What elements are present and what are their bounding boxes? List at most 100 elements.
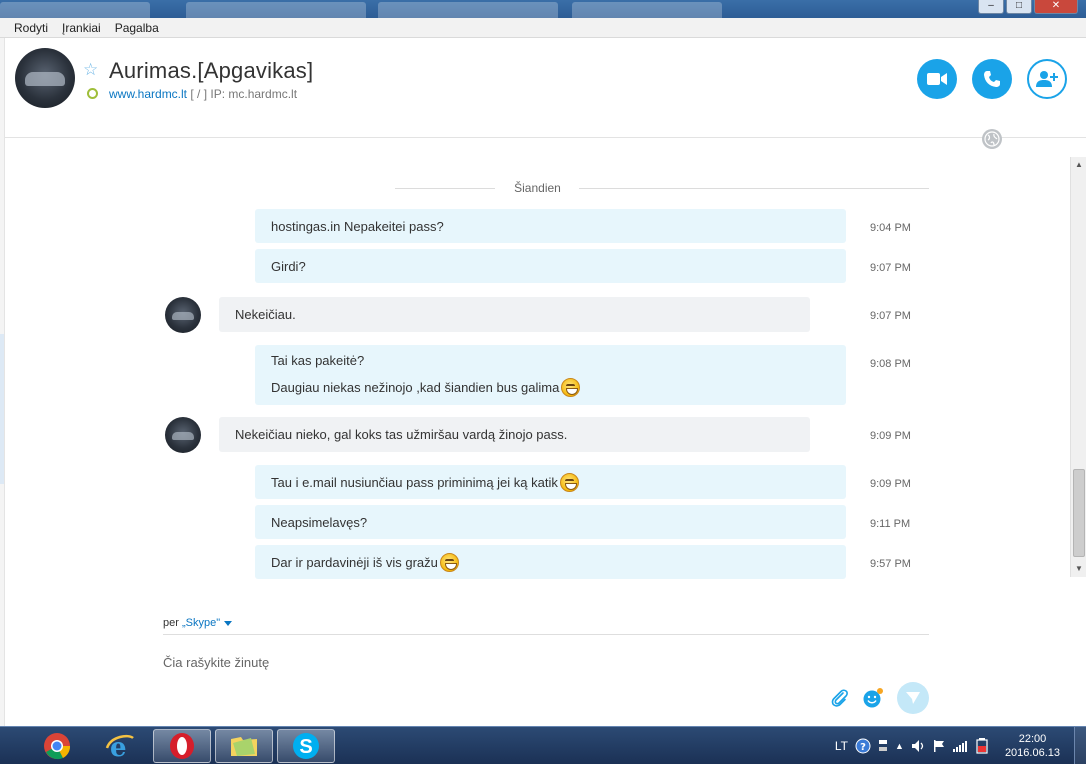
speaker-icon[interactable]	[911, 739, 925, 753]
sender-avatar[interactable]	[165, 297, 201, 333]
send-via-prefix: per	[163, 617, 179, 629]
window-tab[interactable]	[0, 2, 150, 18]
folder-icon	[231, 737, 257, 756]
flag-icon[interactable]	[932, 739, 946, 753]
sender-avatar[interactable]	[165, 417, 201, 453]
message-time: 9:09 PM	[870, 478, 911, 490]
contact-name[interactable]: Aurimas.[Apgavikas]	[109, 58, 313, 84]
message-bubble-incoming[interactable]: Nekeičiau nieko, gal koks tas užmiršau v…	[219, 417, 810, 452]
add-person-icon	[1036, 71, 1058, 87]
message-bubble-outgoing[interactable]: Neapsimelavęs?	[255, 505, 846, 539]
add-people-button[interactable]	[1027, 59, 1067, 99]
video-camera-icon	[927, 73, 947, 85]
message-text-line: Daugiau niekas nežinojo ,kad šiandien bu…	[271, 378, 830, 397]
audio-call-button[interactable]	[972, 59, 1012, 99]
laughing-emoji-icon	[561, 378, 581, 397]
message-text: Neapsimelavęs?	[271, 514, 368, 530]
message-time: 9:04 PM	[870, 222, 911, 234]
message-text: Daugiau niekas nežinojo ,kad šiandien bu…	[271, 380, 560, 395]
message-text: Nekeičiau nieko, gal koks tas užmiršau v…	[235, 427, 568, 442]
taskbar-internet-explorer[interactable]: e	[91, 729, 149, 763]
send-via-selector[interactable]: per „Skype"	[163, 617, 233, 629]
smiley-icon	[863, 688, 883, 708]
contact-avatar[interactable]	[15, 48, 75, 108]
maximize-button[interactable]: □	[1006, 0, 1032, 14]
scroll-down-arrow-icon[interactable]: ▼	[1071, 561, 1086, 577]
menu-item-view[interactable]: Rodyti	[14, 21, 48, 35]
contact-header: ☆ Aurimas.[Apgavikas] www.hardmc.lt [ / …	[5, 38, 1086, 149]
window-tab[interactable]	[186, 2, 366, 18]
window-tab[interactable]	[378, 2, 558, 18]
globe-icon[interactable]	[982, 129, 1002, 149]
message-bubble-outgoing[interactable]: hostingas.in Nepakeitei pass?	[255, 209, 846, 243]
attach-file-button[interactable]	[828, 686, 852, 710]
message-text: Tau i e.mail nusiunčiau pass priminimą j…	[271, 474, 558, 490]
message-input[interactable]	[163, 652, 763, 672]
laughing-emoji-icon	[439, 552, 459, 572]
favorite-star-icon[interactable]: ☆	[83, 60, 98, 80]
menu-item-tools[interactable]: Įrankiai	[62, 21, 101, 35]
message-bubble-outgoing[interactable]: Tai kas pakeitė? Daugiau niekas nežinojo…	[255, 345, 846, 405]
close-button[interactable]: ✕	[1034, 0, 1078, 14]
window-tab[interactable]	[572, 2, 722, 18]
mood-link[interactable]: www.hardmc.lt	[109, 87, 187, 101]
opera-icon	[170, 733, 194, 759]
video-call-button[interactable]	[917, 59, 957, 99]
conversation-scrollbar[interactable]: ▲ ▼	[1070, 157, 1086, 577]
message-bubble-outgoing[interactable]: Dar ir pardavinėji iš vis gražu	[255, 545, 846, 579]
message-text: Tai kas pakeitė?	[271, 353, 365, 368]
internet-explorer-icon: e	[105, 733, 134, 760]
menu-item-help[interactable]: Pagalba	[115, 21, 159, 35]
send-button[interactable]	[897, 682, 929, 714]
system-tray: LT ? ▲ 22:00 2016.06.13	[835, 727, 1086, 764]
taskbar-skype[interactable]: S	[277, 729, 335, 763]
svg-text:?: ?	[860, 742, 866, 753]
mood-text: [ / ] IP: mc.hardmc.lt	[187, 87, 298, 101]
status-icon	[87, 88, 98, 99]
language-indicator[interactable]: LT	[835, 739, 848, 753]
send-via-service[interactable]: „Skype"	[182, 617, 220, 629]
chevron-down-icon[interactable]	[224, 620, 233, 626]
signal-bars-icon[interactable]	[952, 740, 969, 752]
message-time: 9:07 PM	[870, 262, 911, 274]
show-desktop-button[interactable]	[1074, 727, 1086, 764]
skype-icon: S	[293, 733, 319, 759]
clock-time: 22:00	[1018, 733, 1047, 745]
message-bubble-outgoing[interactable]: Tau i e.mail nusiunčiau pass priminimą j…	[255, 465, 846, 499]
message-bubble-outgoing[interactable]: Girdi?	[255, 249, 846, 283]
show-hidden-icons-icon[interactable]: ▲	[895, 741, 904, 751]
message-text-line: Dar ir pardavinėji iš vis gražu	[271, 552, 830, 572]
message-time: 9:57 PM	[870, 558, 911, 570]
paperclip-icon	[831, 689, 848, 707]
message-text: hostingas.in Nepakeitei pass?	[271, 218, 444, 234]
taskbar-opera[interactable]	[153, 729, 211, 763]
title-bar: – □ ✕	[0, 0, 1086, 18]
scrollbar-thumb[interactable]	[1073, 469, 1085, 557]
clock-date: 2016.06.13	[1004, 747, 1060, 759]
window-controls: – □ ✕	[978, 0, 1078, 14]
message-time: 9:07 PM	[870, 310, 911, 322]
taskbar-chrome[interactable]	[28, 729, 86, 763]
message-bubble-incoming[interactable]: Nekeičiau.	[219, 297, 810, 332]
emoticon-button[interactable]	[861, 686, 885, 710]
menu-bar: Rodyti Įrankiai Pagalba	[0, 18, 1086, 38]
scroll-up-arrow-icon[interactable]: ▲	[1071, 157, 1086, 173]
minimize-button[interactable]: –	[978, 0, 1004, 14]
taskbar-file-explorer[interactable]	[215, 729, 273, 763]
mood-message: www.hardmc.lt [ / ] IP: mc.hardmc.lt	[109, 87, 297, 101]
conversation-pane[interactable]: Šiandien hostingas.in Nepakeitei pass? 9…	[5, 150, 1070, 582]
message-time: 9:08 PM	[870, 358, 911, 370]
svg-text:S: S	[299, 736, 312, 758]
battery-icon[interactable]	[976, 738, 988, 754]
keyboard-icon[interactable]	[878, 738, 888, 754]
chrome-icon	[44, 733, 71, 760]
composer-divider	[163, 634, 929, 635]
message-text: Dar ir pardavinėji iš vis gražu	[271, 554, 438, 570]
message-time: 9:09 PM	[870, 430, 911, 442]
windows-taskbar: e S LT ? ▲ 22:00 2016.06.13	[0, 726, 1086, 764]
message-text-line: Tau i e.mail nusiunčiau pass priminimą j…	[271, 472, 830, 492]
help-icon[interactable]: ?	[855, 738, 871, 754]
taskbar-clock[interactable]: 22:00 2016.06.13	[1005, 732, 1060, 760]
day-separator: Šiandien	[5, 181, 1070, 195]
message-text: Girdi?	[271, 258, 306, 274]
